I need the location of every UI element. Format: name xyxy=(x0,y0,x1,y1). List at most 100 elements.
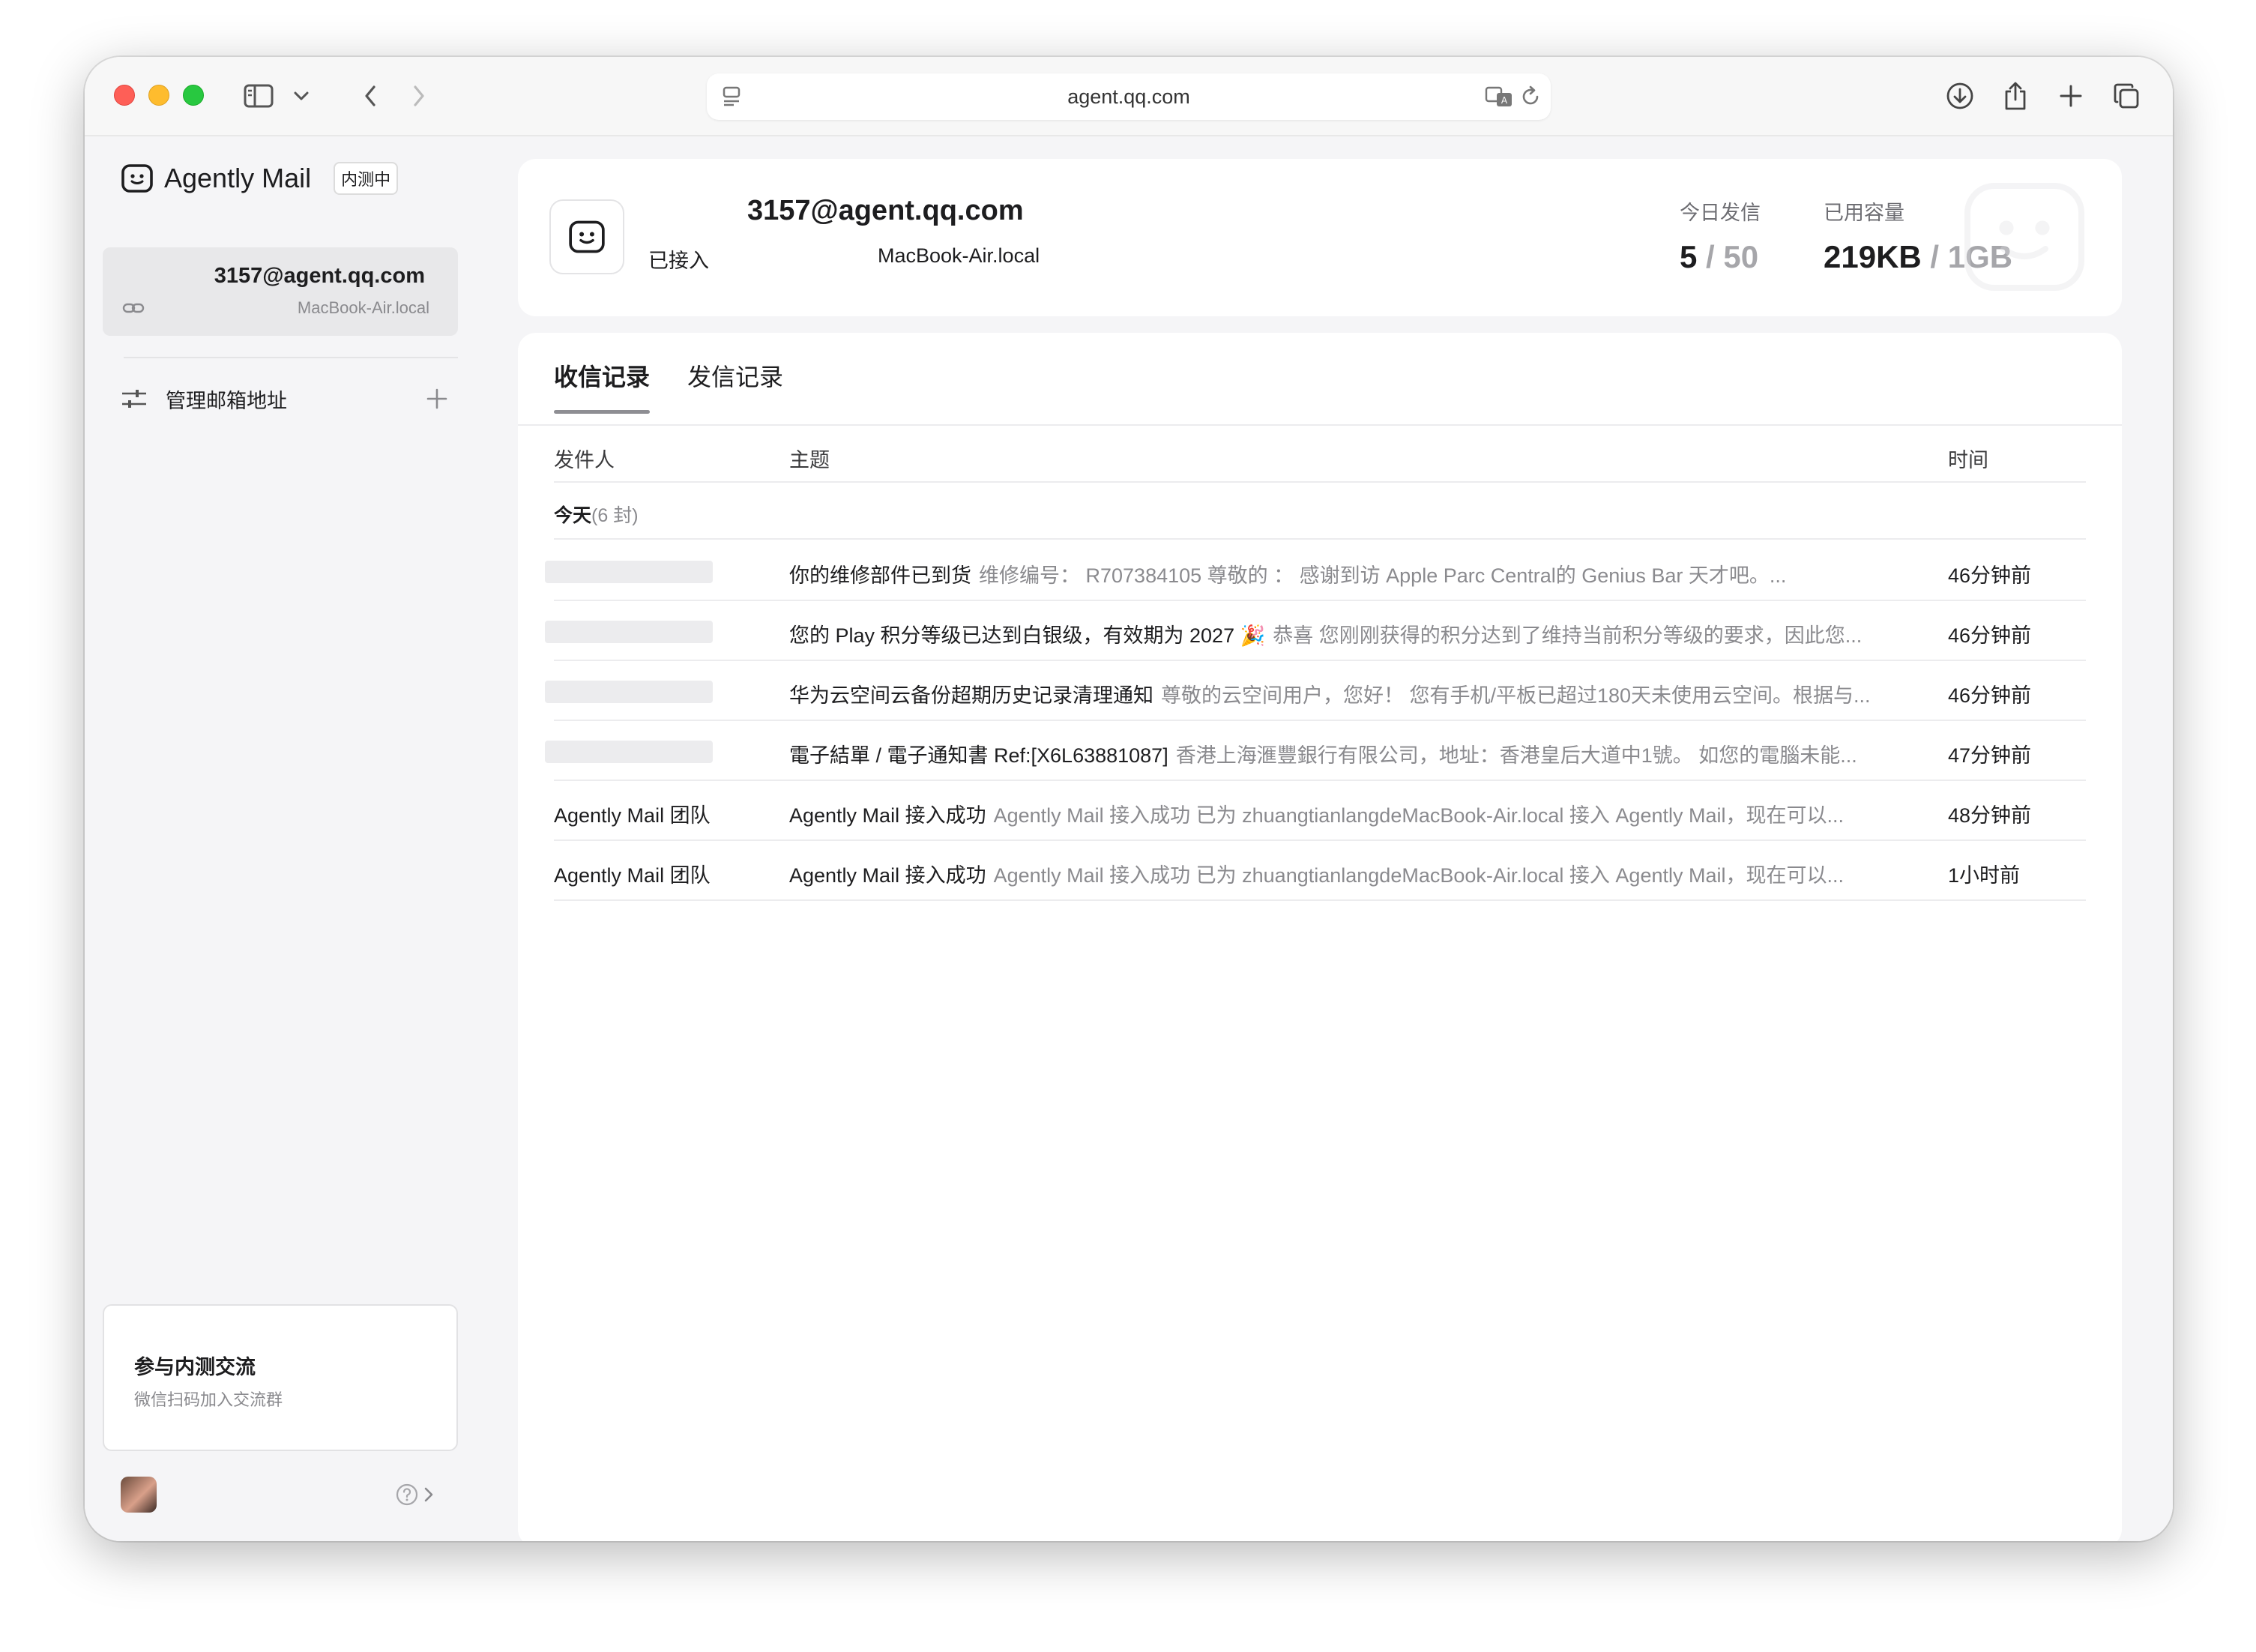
time: 46分钟前 xyxy=(1948,624,2032,647)
agently-logo-icon xyxy=(121,164,153,193)
add-address-button[interactable] xyxy=(426,383,447,414)
sent-today-stat: 今日发信 5 / 50 xyxy=(1680,196,1761,275)
beta-badge: 内测中 xyxy=(334,162,399,195)
preview-text: 维修编号： R707384105 尊敬的 ： 感谢到访 Apple Parc C… xyxy=(979,564,1787,587)
chevron-right-icon xyxy=(414,85,424,106)
time: 48分钟前 xyxy=(1948,804,2032,827)
manage-addresses-item[interactable]: 管理邮箱地址 xyxy=(121,379,447,418)
translate-icon[interactable]: A xyxy=(1485,85,1513,108)
subject-text: 您的 Play 积分等级已达到白银级，有效期为 2027 🎉 xyxy=(789,624,1266,647)
link-icon xyxy=(122,303,145,313)
account-host: MacBook-Air.local xyxy=(878,244,1040,267)
sender xyxy=(545,739,713,763)
manage-addresses-label: 管理邮箱地址 xyxy=(166,389,287,412)
table-row[interactable]: 您的 Play 积分等级已达到白银级，有效期为 2027 🎉 恭喜 您刚刚获得的积… xyxy=(545,601,2086,661)
preview-text: Agently Mail 接入成功 已为 zhuangtianlangdeMac… xyxy=(993,864,1844,887)
mail-list-card: 收信记录 发信记录 发件人 主题 时间 今天(6 封) 你的维修部件已到货 维修编… xyxy=(518,333,2122,1541)
minimize-window-button[interactable] xyxy=(148,85,169,106)
subject: Agently Mail 接入成功 Agently Mail 接入成功 已为 zh… xyxy=(789,799,1901,828)
mailbox-host: MacBook-Air.local xyxy=(297,298,429,317)
community-title: 参与内测交流 xyxy=(134,1356,256,1378)
svg-text:A: A xyxy=(1501,95,1508,106)
sent-today-limit: / 50 xyxy=(1706,239,1759,274)
chevron-left-icon xyxy=(365,85,376,106)
sliders-icon xyxy=(122,390,146,408)
sent-today-value: 5 / 50 xyxy=(1680,239,1761,275)
group-label: 今天 xyxy=(554,505,592,526)
time: 47分钟前 xyxy=(1948,744,2032,767)
divider xyxy=(124,357,458,358)
table-row[interactable]: 你的维修部件已到货 维修编号： R707384105 尊敬的 ： 感谢到访 App… xyxy=(545,541,2086,601)
preview-text: 尊敬的云空间用户，您好！ 您有手机/平板已超过180天未使用云空间。根据与... xyxy=(1161,684,1871,707)
community-card[interactable]: 参与内测交流 微信扫码加入交流群 xyxy=(103,1304,458,1451)
preview-text: Agently Mail 接入成功 已为 zhuangtianlangdeMac… xyxy=(993,804,1844,827)
subject: 電子結單 / 電子通知書 Ref:[X6L63881087] 香港上海滙豐銀行有限… xyxy=(789,739,1901,768)
tabs-icon xyxy=(2114,83,2139,109)
brand[interactable]: Agently Mail 内测中 xyxy=(121,162,399,195)
sender: Agently Mail 团队 xyxy=(554,864,711,887)
sidebar: Agently Mail 内测中 3157@agent.qq.com MacBo… xyxy=(85,136,501,1541)
plus-icon xyxy=(2060,85,2082,107)
zoom-window-button[interactable] xyxy=(183,85,204,106)
redacted-sender xyxy=(545,680,713,703)
subject: 您的 Play 积分等级已达到白银级，有效期为 2027 🎉 恭喜 您刚刚获得的积… xyxy=(789,619,1901,648)
account-card: 3157@agent.qq.com 已接入 MacBook-Air.local … xyxy=(518,159,2122,316)
address-bar[interactable]: agent.qq.com A xyxy=(707,73,1551,120)
download-icon xyxy=(1946,82,1973,109)
tab-sent[interactable]: 发信记录 xyxy=(687,358,783,414)
help-button[interactable] xyxy=(395,1483,434,1507)
back-button[interactable] xyxy=(351,76,390,115)
account-status: 已接入 xyxy=(648,250,709,272)
mailbox-item[interactable]: 3157@agent.qq.com MacBook-Air.local xyxy=(103,247,458,336)
tab-overview-button[interactable] xyxy=(2107,76,2146,115)
chevron-right-icon xyxy=(424,1487,433,1502)
subject-text: Agently Mail 接入成功 xyxy=(789,864,986,887)
table-row[interactable]: Agently Mail 团队 Agently Mail 接入成功 Agently… xyxy=(554,841,2086,901)
forward-button[interactable] xyxy=(399,76,438,115)
sent-today-count: 5 xyxy=(1680,239,1698,274)
subject-text: 電子結單 / 電子通知書 Ref:[X6L63881087] xyxy=(789,744,1168,767)
browser-toolbar: agent.qq.com A xyxy=(85,57,2173,136)
table-row[interactable]: 電子結單 / 電子通知書 Ref:[X6L63881087] 香港上海滙豐銀行有限… xyxy=(545,721,2086,781)
main-content: 3157@agent.qq.com 已接入 MacBook-Air.local … xyxy=(501,136,2173,1541)
redacted-sender xyxy=(545,740,713,763)
downloads-button[interactable] xyxy=(1940,76,1979,115)
preview-text: 香港上海滙豐銀行有限公司，地址：香港皇后大道中1號。 如您的電腦未能... xyxy=(1175,744,1857,767)
subject: Agently Mail 接入成功 Agently Mail 接入成功 已为 zh… xyxy=(789,859,1901,888)
brand-name: Agently Mail xyxy=(164,163,312,193)
table-row[interactable]: 华为云空间云备份超期历史记录清理通知 尊敬的云空间用户，您好！ 您有手机/平板已超… xyxy=(545,661,2086,721)
preview-text: 恭喜 您刚刚获得的积分达到了维持当前积分等级的要求，因此您... xyxy=(1273,624,1863,647)
tab-inbox[interactable]: 收信记录 xyxy=(554,358,651,414)
table-row[interactable]: Agently Mail 团队 Agently Mail 接入成功 Agently… xyxy=(554,781,2086,841)
share-icon xyxy=(2005,82,2026,110)
account-address: 3157@agent.qq.com xyxy=(747,195,1024,226)
close-window-button[interactable] xyxy=(114,85,135,106)
avatar[interactable] xyxy=(121,1477,157,1513)
share-button[interactable] xyxy=(1996,76,2035,115)
mail-tabs: 收信记录 发信记录 xyxy=(554,358,783,414)
reload-icon[interactable] xyxy=(1519,85,1542,108)
time: 1小时前 xyxy=(1948,864,2021,887)
subject-text: 你的维修部件已到货 xyxy=(789,564,971,587)
sidebar-toggle-button[interactable] xyxy=(235,76,319,115)
subject: 你的维修部件已到货 维修编号： R707384105 尊敬的 ： 感谢到访 App… xyxy=(789,559,1901,588)
column-time: 时间 xyxy=(1948,449,1988,471)
sender xyxy=(545,679,713,703)
sender: Agently Mail 团队 xyxy=(554,804,711,827)
mail-list: 你的维修部件已到货 维修编号： R707384105 尊敬的 ： 感谢到访 App… xyxy=(545,541,2086,901)
subject-text: 华为云空间云备份超期历史记录清理通知 xyxy=(789,684,1153,707)
url-text: agent.qq.com xyxy=(1067,85,1190,108)
tab-divider xyxy=(518,424,2122,426)
new-tab-button[interactable] xyxy=(2051,76,2090,115)
plus-icon xyxy=(426,388,447,409)
sender xyxy=(545,559,713,583)
column-from: 发件人 xyxy=(554,449,615,471)
column-subject: 主题 xyxy=(789,449,830,471)
community-subtitle: 微信扫码加入交流群 xyxy=(134,1390,283,1409)
sent-today-label: 今日发信 xyxy=(1680,202,1761,224)
help-icon xyxy=(396,1483,418,1506)
mailbox-address: 3157@agent.qq.com xyxy=(214,264,425,288)
time: 46分钟前 xyxy=(1948,564,2032,587)
subject-text: Agently Mail 接入成功 xyxy=(789,804,986,827)
sender xyxy=(545,619,713,643)
